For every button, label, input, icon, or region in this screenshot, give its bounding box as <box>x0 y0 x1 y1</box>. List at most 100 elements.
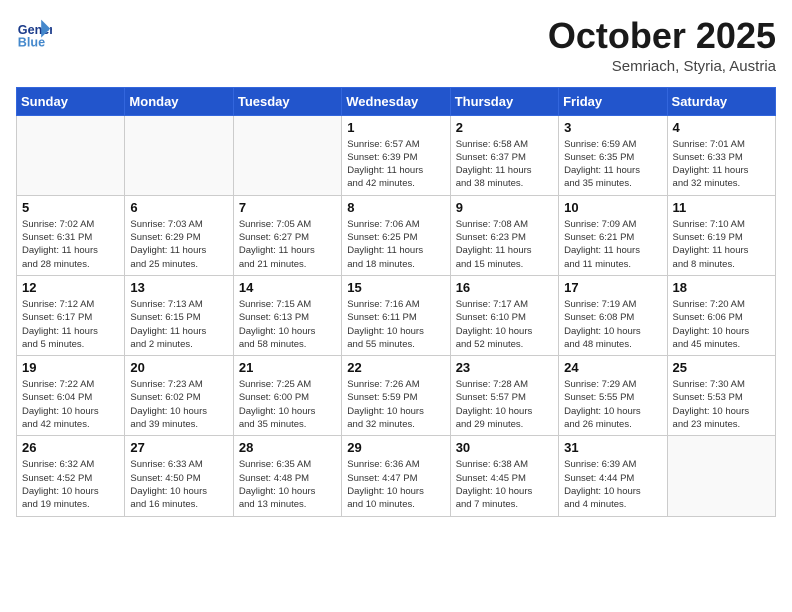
calendar-cell: 11 Sunrise: 7:10 AM Sunset: 6:19 PM Dayli… <box>667 195 775 275</box>
calendar-week-3: 12 Sunrise: 7:12 AM Sunset: 6:17 PM Dayli… <box>17 275 776 355</box>
svg-text:Blue: Blue <box>18 36 45 50</box>
calendar-cell: 18Sunrise: 7:20 AM Sunset: 6:06 PM Dayli… <box>667 275 775 355</box>
day-info: Sunrise: 7:17 AM Sunset: 6:10 PM Dayligh… <box>456 298 553 351</box>
day-info: Sunrise: 7:23 AM Sunset: 6:02 PM Dayligh… <box>130 378 227 431</box>
calendar-cell: 29 Sunrise: 6:36 AM Sunset: 4:47 PM Dayli… <box>342 436 450 516</box>
calendar-week-2: 5Sunrise: 7:02 AM Sunset: 6:31 PM Daylig… <box>17 195 776 275</box>
calendar-cell: 20Sunrise: 7:23 AM Sunset: 6:02 PM Dayli… <box>125 356 233 436</box>
day-info: Sunrise: 7:19 AM Sunset: 6:08 PM Dayligh… <box>564 298 661 351</box>
day-number: 11 <box>673 200 770 215</box>
weekday-header-tuesday: Tuesday <box>233 87 341 115</box>
weekday-header-wednesday: Wednesday <box>342 87 450 115</box>
day-info: Sunrise: 7:16 AM Sunset: 6:11 PM Dayligh… <box>347 298 444 351</box>
day-number: 4 <box>673 120 770 135</box>
day-info: Sunrise: 6:36 AM Sunset: 4:47 PM Dayligh… <box>347 458 444 511</box>
day-info: Sunrise: 7:13 AM Sunset: 6:15 PM Dayligh… <box>130 298 227 351</box>
page-header: General Blue October 2025 Semriach, Styr… <box>16 16 776 75</box>
day-number: 2 <box>456 120 553 135</box>
day-number: 1 <box>347 120 444 135</box>
day-info: Sunrise: 7:08 AM Sunset: 6:23 PM Dayligh… <box>456 218 553 271</box>
day-number: 6 <box>130 200 227 215</box>
day-info: Sunrise: 7:03 AM Sunset: 6:29 PM Dayligh… <box>130 218 227 271</box>
day-info: Sunrise: 7:25 AM Sunset: 6:00 PM Dayligh… <box>239 378 336 431</box>
calendar-cell: 21 Sunrise: 7:25 AM Sunset: 6:00 PM Dayli… <box>233 356 341 436</box>
calendar-week-4: 19 Sunrise: 7:22 AM Sunset: 6:04 PM Dayli… <box>17 356 776 436</box>
weekday-header-sunday: Sunday <box>17 87 125 115</box>
calendar-week-5: 26Sunrise: 6:32 AM Sunset: 4:52 PM Dayli… <box>17 436 776 516</box>
day-info: Sunrise: 6:57 AM Sunset: 6:39 PM Dayligh… <box>347 138 444 191</box>
logo: General Blue <box>16 16 52 52</box>
calendar-cell: 30Sunrise: 6:38 AM Sunset: 4:45 PM Dayli… <box>450 436 558 516</box>
calendar-cell: 28Sunrise: 6:35 AM Sunset: 4:48 PM Dayli… <box>233 436 341 516</box>
day-number: 22 <box>347 360 444 375</box>
calendar-cell <box>233 115 341 195</box>
day-info: Sunrise: 7:30 AM Sunset: 5:53 PM Dayligh… <box>673 378 770 431</box>
weekday-header-monday: Monday <box>125 87 233 115</box>
day-number: 5 <box>22 200 119 215</box>
day-info: Sunrise: 7:01 AM Sunset: 6:33 PM Dayligh… <box>673 138 770 191</box>
day-info: Sunrise: 7:05 AM Sunset: 6:27 PM Dayligh… <box>239 218 336 271</box>
calendar-cell: 5Sunrise: 7:02 AM Sunset: 6:31 PM Daylig… <box>17 195 125 275</box>
calendar-cell: 19 Sunrise: 7:22 AM Sunset: 6:04 PM Dayli… <box>17 356 125 436</box>
day-info: Sunrise: 7:15 AM Sunset: 6:13 PM Dayligh… <box>239 298 336 351</box>
day-number: 7 <box>239 200 336 215</box>
day-number: 15 <box>347 280 444 295</box>
day-number: 23 <box>456 360 553 375</box>
calendar-cell: 27Sunrise: 6:33 AM Sunset: 4:50 PM Dayli… <box>125 436 233 516</box>
calendar-cell: 8 Sunrise: 7:06 AM Sunset: 6:25 PM Daylig… <box>342 195 450 275</box>
weekday-header-saturday: Saturday <box>667 87 775 115</box>
day-number: 16 <box>456 280 553 295</box>
calendar-table: SundayMondayTuesdayWednesdayThursdayFrid… <box>16 87 776 517</box>
day-number: 29 <box>347 440 444 455</box>
day-number: 21 <box>239 360 336 375</box>
day-info: Sunrise: 7:06 AM Sunset: 6:25 PM Dayligh… <box>347 218 444 271</box>
calendar-cell: 9 Sunrise: 7:08 AM Sunset: 6:23 PM Daylig… <box>450 195 558 275</box>
day-info: Sunrise: 6:32 AM Sunset: 4:52 PM Dayligh… <box>22 458 119 511</box>
calendar-cell: 3Sunrise: 6:59 AM Sunset: 6:35 PM Daylig… <box>559 115 667 195</box>
calendar-cell: 6 Sunrise: 7:03 AM Sunset: 6:29 PM Daylig… <box>125 195 233 275</box>
day-info: Sunrise: 7:12 AM Sunset: 6:17 PM Dayligh… <box>22 298 119 351</box>
calendar-cell: 7 Sunrise: 7:05 AM Sunset: 6:27 PM Daylig… <box>233 195 341 275</box>
calendar-cell: 17 Sunrise: 7:19 AM Sunset: 6:08 PM Dayli… <box>559 275 667 355</box>
day-info: Sunrise: 6:35 AM Sunset: 4:48 PM Dayligh… <box>239 458 336 511</box>
weekday-header-row: SundayMondayTuesdayWednesdayThursdayFrid… <box>17 87 776 115</box>
calendar-cell <box>125 115 233 195</box>
day-number: 19 <box>22 360 119 375</box>
calendar-cell: 26Sunrise: 6:32 AM Sunset: 4:52 PM Dayli… <box>17 436 125 516</box>
calendar-cell: 16 Sunrise: 7:17 AM Sunset: 6:10 PM Dayli… <box>450 275 558 355</box>
calendar-cell: 14 Sunrise: 7:15 AM Sunset: 6:13 PM Dayli… <box>233 275 341 355</box>
location-subtitle: Semriach, Styria, Austria <box>548 58 776 75</box>
day-number: 24 <box>564 360 661 375</box>
calendar-cell: 10Sunrise: 7:09 AM Sunset: 6:21 PM Dayli… <box>559 195 667 275</box>
calendar-cell: 23Sunrise: 7:28 AM Sunset: 5:57 PM Dayli… <box>450 356 558 436</box>
day-info: Sunrise: 6:59 AM Sunset: 6:35 PM Dayligh… <box>564 138 661 191</box>
calendar-week-1: 1 Sunrise: 6:57 AM Sunset: 6:39 PM Daylig… <box>17 115 776 195</box>
day-number: 31 <box>564 440 661 455</box>
day-info: Sunrise: 7:22 AM Sunset: 6:04 PM Dayligh… <box>22 378 119 431</box>
day-number: 12 <box>22 280 119 295</box>
day-number: 27 <box>130 440 227 455</box>
logo-icon: General Blue <box>16 16 52 52</box>
title-block: October 2025 Semriach, Styria, Austria <box>548 16 776 75</box>
calendar-cell: 31Sunrise: 6:39 AM Sunset: 4:44 PM Dayli… <box>559 436 667 516</box>
calendar-cell: 22 Sunrise: 7:26 AM Sunset: 5:59 PM Dayli… <box>342 356 450 436</box>
day-number: 9 <box>456 200 553 215</box>
day-info: Sunrise: 6:38 AM Sunset: 4:45 PM Dayligh… <box>456 458 553 511</box>
calendar-cell: 25Sunrise: 7:30 AM Sunset: 5:53 PM Dayli… <box>667 356 775 436</box>
day-info: Sunrise: 7:29 AM Sunset: 5:55 PM Dayligh… <box>564 378 661 431</box>
day-info: Sunrise: 6:58 AM Sunset: 6:37 PM Dayligh… <box>456 138 553 191</box>
day-number: 13 <box>130 280 227 295</box>
day-number: 17 <box>564 280 661 295</box>
month-title: October 2025 <box>548 16 776 56</box>
calendar-cell: 12 Sunrise: 7:12 AM Sunset: 6:17 PM Dayli… <box>17 275 125 355</box>
calendar-cell: 1 Sunrise: 6:57 AM Sunset: 6:39 PM Daylig… <box>342 115 450 195</box>
day-number: 14 <box>239 280 336 295</box>
day-info: Sunrise: 7:26 AM Sunset: 5:59 PM Dayligh… <box>347 378 444 431</box>
day-number: 18 <box>673 280 770 295</box>
calendar-cell <box>667 436 775 516</box>
calendar-cell: 13 Sunrise: 7:13 AM Sunset: 6:15 PM Dayli… <box>125 275 233 355</box>
day-number: 8 <box>347 200 444 215</box>
day-info: Sunrise: 7:09 AM Sunset: 6:21 PM Dayligh… <box>564 218 661 271</box>
day-info: Sunrise: 7:10 AM Sunset: 6:19 PM Dayligh… <box>673 218 770 271</box>
calendar-cell: 2 Sunrise: 6:58 AM Sunset: 6:37 PM Daylig… <box>450 115 558 195</box>
